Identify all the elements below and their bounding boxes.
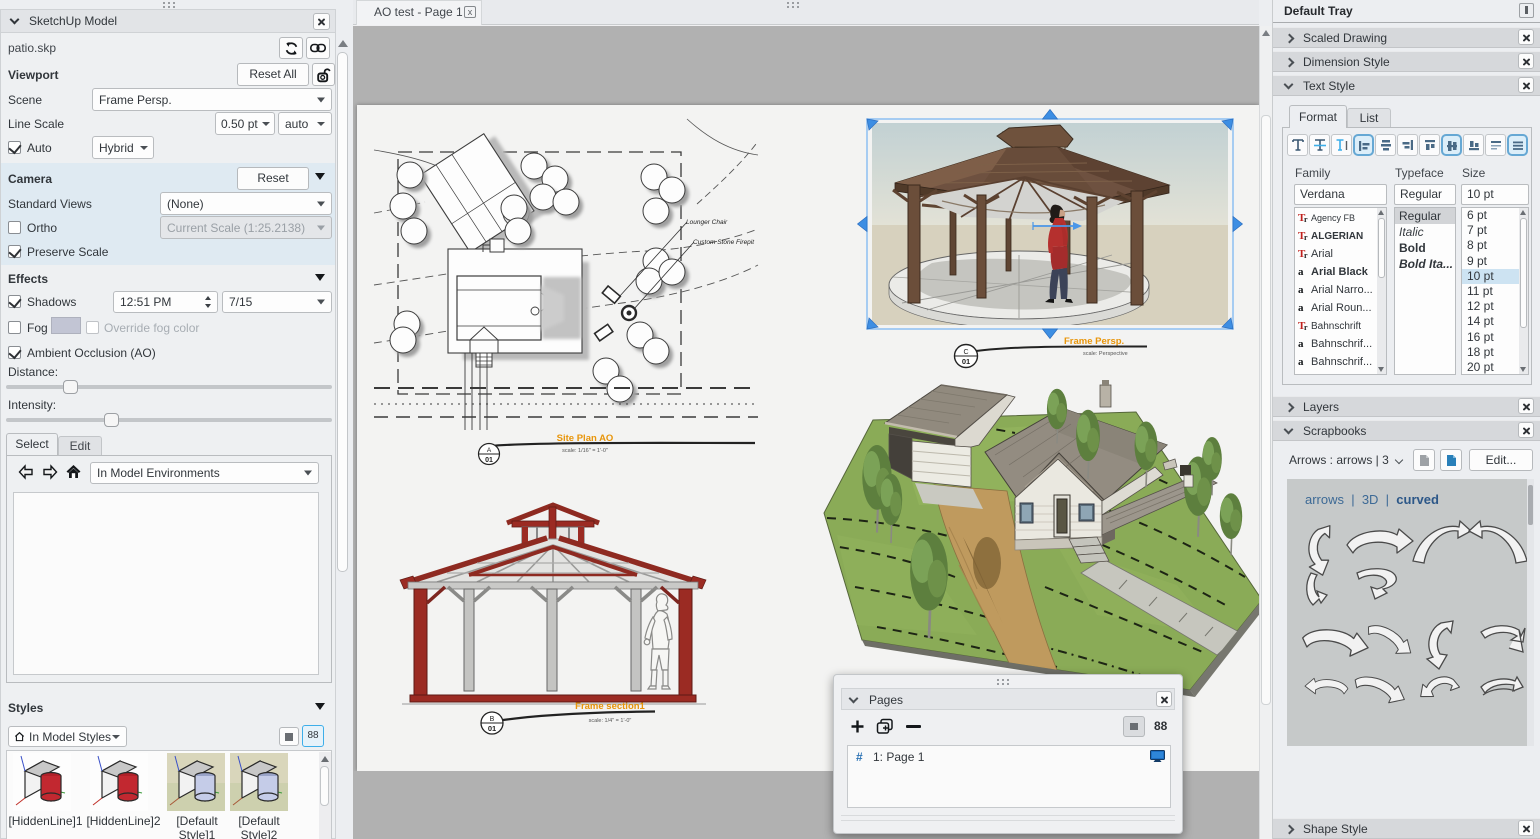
svg-text:01: 01 <box>962 357 970 366</box>
svg-text:Frame section1: Frame section1 <box>575 701 645 712</box>
svg-text:A: A <box>487 447 492 454</box>
svg-text:Lounger Chair: Lounger Chair <box>686 219 728 226</box>
svg-text:scale: 1/16" = 1'-0": scale: 1/16" = 1'-0" <box>562 448 608 454</box>
svg-text:scale: 1/4" = 1'-0": scale: 1/4" = 1'-0" <box>589 718 632 724</box>
svg-text:Custom Stone Firepit: Custom Stone Firepit <box>693 239 755 246</box>
svg-text:B: B <box>490 716 495 723</box>
svg-text:Frame Persp.: Frame Persp. <box>1064 336 1124 347</box>
svg-text:01: 01 <box>488 724 496 733</box>
svg-text:scale: Perspective: scale: Perspective <box>1083 351 1128 357</box>
svg-text:C: C <box>963 349 968 356</box>
svg-text:01: 01 <box>485 457 493 464</box>
